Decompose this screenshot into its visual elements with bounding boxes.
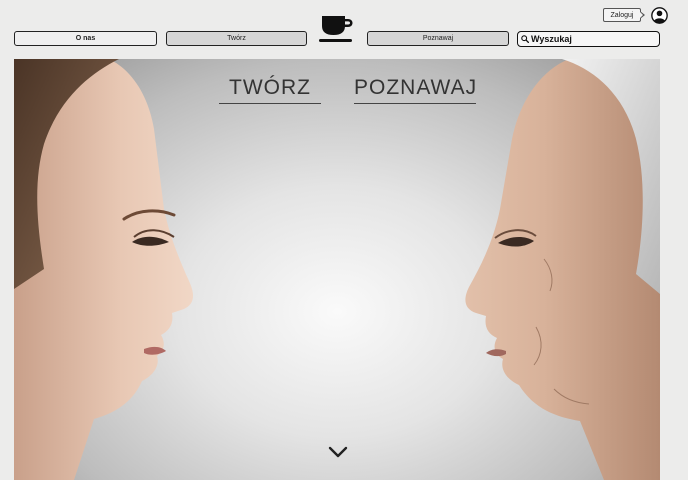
search-box[interactable] — [517, 31, 660, 47]
hero-link-poznawaj[interactable]: POZNAWAJ — [354, 76, 476, 104]
chevron-down-icon[interactable] — [328, 445, 348, 459]
nav-label-tworz: Twórz — [227, 35, 246, 42]
hero-image — [14, 59, 660, 480]
nav-button-tworz[interactable]: Twórz — [166, 31, 307, 46]
nav-label-poznawaj: Poznawaj — [422, 35, 454, 42]
user-avatar-icon[interactable] — [651, 7, 668, 24]
nav-label-o-nas: O nas — [75, 35, 96, 42]
nav-button-poznawaj[interactable]: Poznawaj — [367, 31, 509, 46]
hero-link-tworz[interactable]: TWÓRZ — [219, 76, 321, 104]
search-input[interactable] — [531, 34, 651, 44]
hero-link-poznawaj-label: POZNAWAJ — [354, 76, 478, 99]
page: Zaloguj O nas Twórz Poznawaj Wyszukaj TW… — [0, 0, 688, 480]
login-button[interactable]: Zaloguj — [603, 8, 645, 22]
nav-button-o-nas[interactable]: O nas — [14, 31, 157, 46]
hero-link-tworz-label: TWÓRZ — [229, 76, 311, 99]
coffee-cup-icon[interactable] — [319, 14, 355, 44]
hero-banner: TWÓRZ POZNAWAJ — [14, 59, 660, 480]
login-label: Zaloguj — [610, 11, 634, 19]
search-icon — [521, 35, 529, 43]
